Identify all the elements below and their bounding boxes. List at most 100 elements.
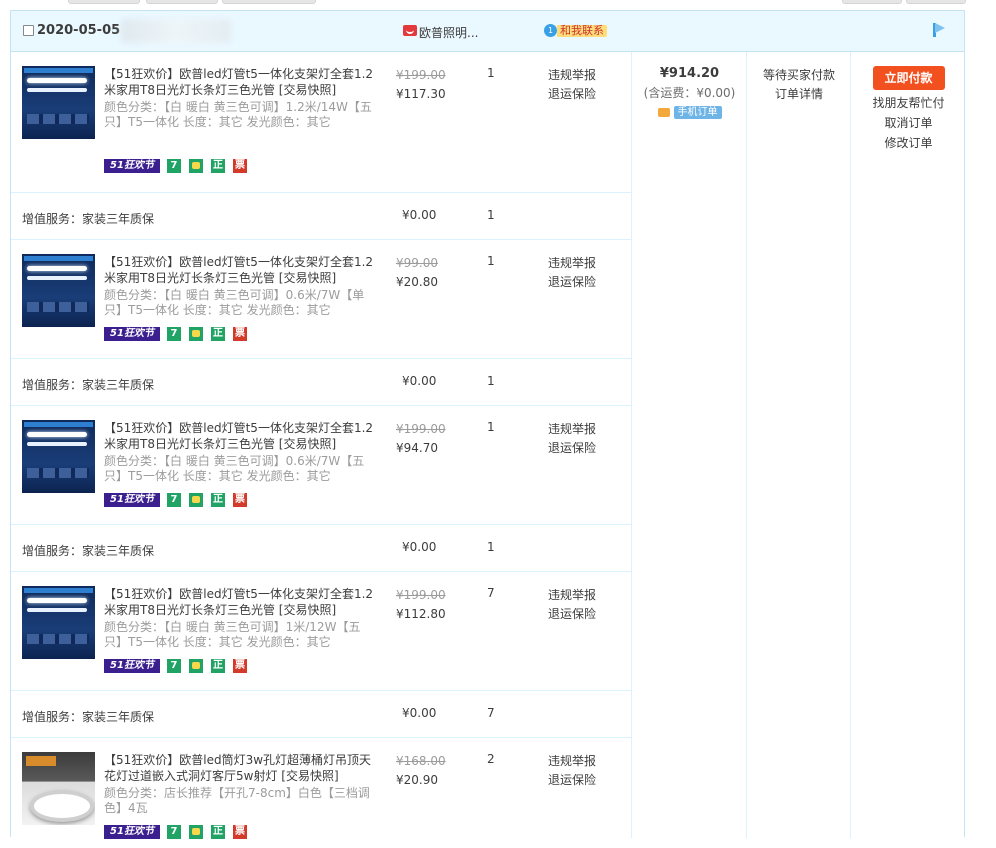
product-title-link[interactable]: 【51狂欢价】欧普led灯管t5一体化支架灯全套1.2米家用T8日光灯长条灯三色…: [104, 420, 374, 452]
service-quantity: 1: [487, 540, 495, 554]
product-spec: 颜色分类：【白 暖白 黄三色可调】1米/12W【五只】T5一体化 长度：其它 发…: [104, 620, 361, 649]
price-block: ¥199.00 ¥117.30: [396, 66, 476, 104]
seven-day-return-icon: 7: [167, 159, 181, 173]
product-title-link[interactable]: 【51狂欢价】欧普led灯管t5一体化支架灯全套1.2米家用T8日光灯长条灯三色…: [104, 66, 374, 98]
contact-seller-button[interactable]: 和我联系: [557, 25, 607, 37]
report-link[interactable]: 违规举报: [548, 254, 596, 273]
service-price: ¥0.00: [402, 208, 437, 222]
item-operations: 违规举报 退运保险: [548, 254, 596, 292]
friend-pay-link[interactable]: 找朋友帮忙付: [851, 93, 966, 113]
modify-order-link[interactable]: 修改订单: [851, 133, 966, 153]
report-link[interactable]: 违规举报: [548, 586, 596, 605]
order-actions-column: 立即付款 找朋友帮忙付 取消订单 修改订单: [850, 52, 966, 838]
price-block: ¥199.00 ¥94.70: [396, 420, 476, 458]
product-spec: 颜色分类：【白 暖白 黄三色可调】0.6米/7W【单只】T5一体化 长度：其它 …: [104, 288, 365, 317]
actual-price: ¥94.70: [396, 441, 438, 455]
invoice-icon: 票: [233, 159, 247, 173]
tab-stub[interactable]: [842, 0, 902, 4]
tab-stub[interactable]: [146, 0, 218, 4]
guarantee-icon: [189, 327, 203, 341]
genuine-icon: 正: [211, 493, 225, 507]
guarantee-icon: [189, 159, 203, 173]
service-name: 增值服务：家装三年质保: [22, 378, 155, 392]
product-title-link[interactable]: 【51狂欢价】欧普led灯管t5一体化支架灯全套1.2米家用T8日光灯长条灯三色…: [104, 586, 374, 618]
product-thumbnail[interactable]: [22, 66, 95, 139]
price-block: ¥99.00 ¥20.80: [396, 254, 476, 292]
order-total-column: ¥914.20 (含运费：¥0.00) 手机订单: [631, 52, 747, 838]
badge-row: 51狂欢节 7 正 票: [104, 659, 255, 673]
service-name: 增值服务：家装三年质保: [22, 212, 155, 226]
festival-badge: 51狂欢节: [104, 659, 160, 673]
return-insurance-link[interactable]: 退运保险: [548, 85, 596, 104]
return-insurance-link[interactable]: 退运保险: [548, 273, 596, 292]
tab-stub[interactable]: [68, 0, 140, 4]
product-row: 【51狂欢价】欧普led灯管t5一体化支架灯全套1.2米家用T8日光灯长条灯三色…: [11, 572, 631, 691]
service-name: 增值服务：家装三年质保: [22, 710, 155, 724]
product-row: 【51狂欢价】欧普led灯管t5一体化支架灯全套1.2米家用T8日光灯长条灯三色…: [11, 240, 631, 359]
product-row: 【51狂欢价】欧普led筒灯3w孔灯超薄桶灯吊顶天花灯过道嵌入式洞灯客厅5w射灯…: [11, 738, 631, 848]
product-thumbnail[interactable]: [22, 586, 95, 659]
mobile-order-indicator: 手机订单: [632, 106, 747, 119]
tab-stub[interactable]: [222, 0, 316, 4]
flag-icon[interactable]: [933, 23, 945, 37]
item-operations: 违规举报 退运保险: [548, 752, 596, 790]
order-card: 2020-05-05 欧普照明... 1 和我联系 【51狂欢价】欧普led灯管…: [10, 10, 966, 839]
invoice-icon: 票: [233, 659, 247, 673]
service-price: ¥0.00: [402, 706, 437, 720]
badge-row: 51狂欢节 7 正 票: [104, 327, 255, 341]
report-link[interactable]: 违规举报: [548, 752, 596, 771]
cancel-order-link[interactable]: 取消订单: [851, 113, 966, 133]
order-checkbox[interactable]: [23, 25, 34, 36]
product-thumbnail[interactable]: [22, 752, 95, 825]
item-operations: 违规举报 退运保险: [548, 66, 596, 104]
product-title-link[interactable]: 【51狂欢价】欧普led筒灯3w孔灯超薄桶灯吊顶天花灯过道嵌入式洞灯客厅5w射灯…: [104, 752, 374, 784]
service-quantity: 1: [487, 374, 495, 388]
report-link[interactable]: 违规举报: [548, 420, 596, 439]
tab-stub[interactable]: [906, 0, 966, 4]
guarantee-icon: [189, 659, 203, 673]
invoice-icon: 票: [233, 327, 247, 341]
product-title-link[interactable]: 【51狂欢价】欧普led灯管t5一体化支架灯全套1.2米家用T8日光灯长条灯三色…: [104, 254, 374, 286]
seven-day-return-icon: 7: [167, 659, 181, 673]
original-price: ¥99.00: [396, 256, 438, 270]
product-thumbnail[interactable]: [22, 254, 95, 327]
order-header: 2020-05-05 欧普照明... 1 和我联系: [11, 11, 964, 52]
invoice-icon: 票: [233, 493, 247, 507]
pay-now-button[interactable]: 立即付款: [872, 66, 945, 90]
product-spec: 颜色分类：【白 暖白 黄三色可调】1.2米/14W【五只】T5一体化 长度：其它…: [104, 100, 372, 129]
original-price: ¥199.00: [396, 588, 446, 602]
original-price: ¥199.00: [396, 422, 446, 436]
shop-name-link[interactable]: 欧普照明...: [419, 24, 478, 41]
seven-day-return-icon: 7: [167, 327, 181, 341]
service-price: ¥0.00: [402, 540, 437, 554]
mobile-icon: [657, 108, 670, 117]
return-insurance-link[interactable]: 退运保险: [548, 605, 596, 624]
badge-row: 51狂欢节 7 正 票: [104, 493, 255, 507]
genuine-icon: 正: [211, 159, 225, 173]
quantity: 1: [487, 66, 495, 80]
actual-price: ¥20.80: [396, 275, 438, 289]
service-row: 增值服务：家装三年质保 ¥0.00 1: [11, 193, 631, 240]
badge-row: 51狂欢节 7 正 票: [104, 159, 255, 173]
shipping-fee: (含运费：¥0.00): [643, 86, 736, 100]
festival-badge: 51狂欢节: [104, 327, 160, 341]
price-block: ¥199.00 ¥112.80: [396, 586, 476, 624]
original-price: ¥168.00: [396, 754, 446, 768]
return-insurance-link[interactable]: 退运保险: [548, 771, 596, 790]
product-spec: 颜色分类：【白 暖白 黄三色可调】0.6米/7W【五只】T5一体化 长度：其它 …: [104, 454, 365, 483]
service-row: 增值服务：家装三年质保 ¥0.00 7: [11, 691, 631, 738]
product-thumbnail[interactable]: [22, 420, 95, 493]
order-total: ¥914.20: [659, 66, 720, 81]
return-insurance-link[interactable]: 退运保险: [548, 439, 596, 458]
order-status-column: 等待买家付款 订单详情: [746, 52, 851, 838]
chat-icon[interactable]: 1: [544, 24, 557, 37]
quantity: 7: [487, 586, 495, 600]
guarantee-icon: [189, 493, 203, 507]
report-link[interactable]: 违规举报: [548, 66, 596, 85]
quantity: 1: [487, 420, 495, 434]
order-date: 2020-05-05: [37, 23, 121, 38]
quantity: 2: [487, 752, 495, 766]
mobile-order-tag: 手机订单: [673, 106, 722, 119]
festival-badge: 51狂欢节: [104, 493, 160, 507]
order-detail-link[interactable]: 订单详情: [747, 85, 851, 104]
